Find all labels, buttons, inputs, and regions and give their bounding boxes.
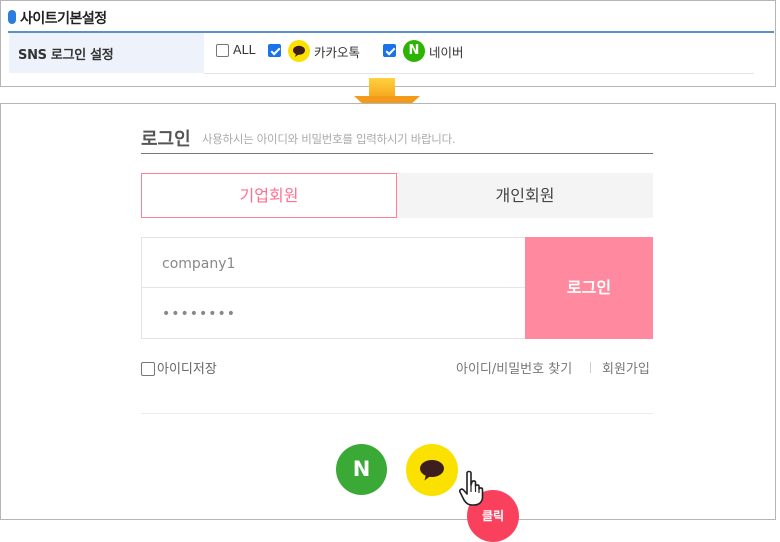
credentials-divider bbox=[141, 287, 525, 288]
link-separator bbox=[590, 362, 591, 373]
naver-login-button[interactable]: N bbox=[336, 444, 387, 495]
credentials-box bbox=[141, 237, 526, 339]
login-title-divider bbox=[141, 153, 653, 154]
id-input[interactable]: company1 bbox=[162, 256, 235, 272]
tab-personal-member[interactable]: 개인회원 bbox=[397, 173, 653, 218]
naver-checkbox[interactable] bbox=[383, 44, 396, 57]
kakao-checkbox[interactable] bbox=[268, 44, 281, 57]
naver-option-label: 네이버 bbox=[429, 45, 464, 60]
find-id-password-link[interactable]: 아이디/비밀번호 찾기 bbox=[456, 358, 572, 377]
hand-pointer-icon bbox=[458, 470, 492, 508]
join-link[interactable]: 회원가입 bbox=[602, 358, 650, 377]
login-button[interactable]: 로그인 bbox=[525, 237, 653, 339]
kakao-chat-icon bbox=[288, 40, 310, 62]
tab-corporate-member[interactable]: 기업회원 bbox=[141, 173, 397, 218]
login-subtitle: 사용하시는 아이디와 비밀번호를 입력하시기 바랍니다. bbox=[202, 132, 456, 146]
save-id-label: 아이디저장 bbox=[157, 362, 217, 377]
row-divider bbox=[204, 73, 754, 74]
title-marker bbox=[8, 10, 16, 24]
all-checkbox[interactable] bbox=[216, 44, 229, 57]
naver-icon: N bbox=[403, 40, 425, 62]
sns-login-setting-label: SNS 로그인 설정 bbox=[18, 48, 114, 63]
kakao-option-label: 카카오톡 bbox=[314, 45, 361, 60]
save-id-checkbox[interactable] bbox=[141, 362, 155, 376]
all-option-label: ALL bbox=[233, 42, 256, 57]
down-arrow-icon bbox=[369, 78, 395, 98]
password-input[interactable]: •••••••• bbox=[162, 306, 236, 322]
kakao-login-button[interactable] bbox=[406, 444, 458, 496]
social-divider bbox=[141, 413, 653, 414]
site-settings-title: 사이트기본설정 bbox=[20, 11, 107, 27]
login-title: 로그인 bbox=[141, 129, 191, 150]
kakao-chat-icon bbox=[420, 460, 444, 481]
